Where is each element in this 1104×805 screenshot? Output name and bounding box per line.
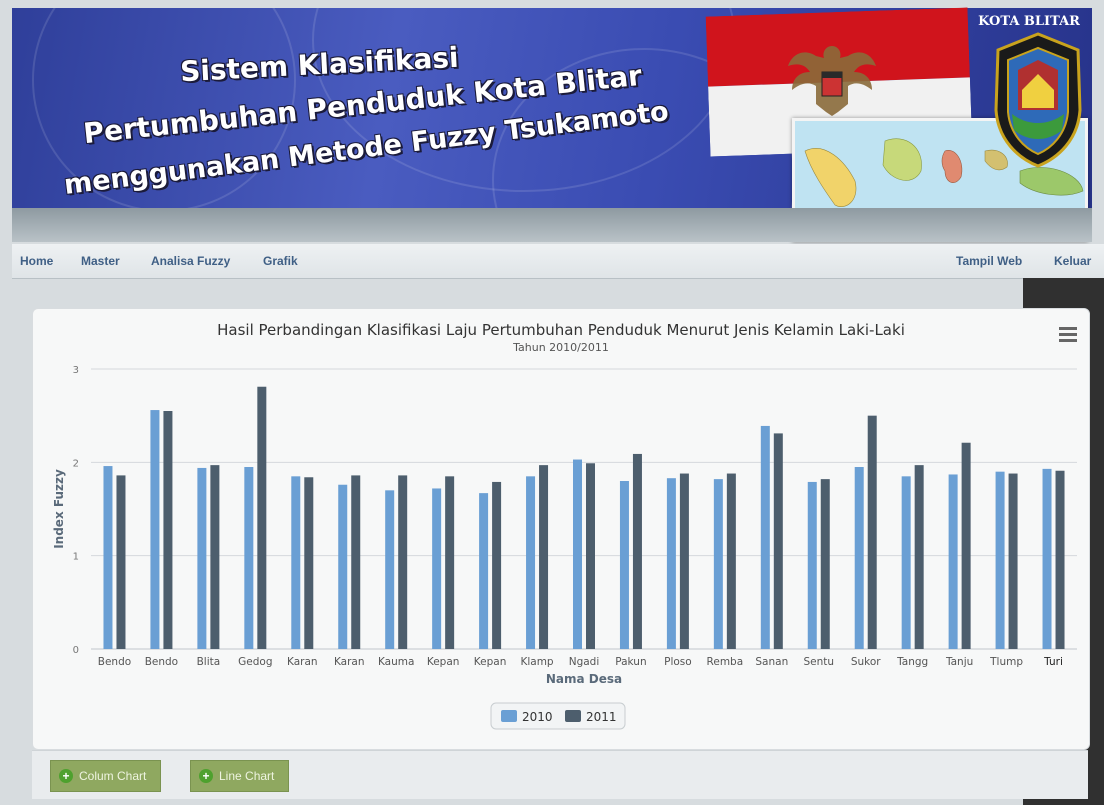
bar-2011 xyxy=(398,475,408,649)
bar-2010 xyxy=(197,467,207,649)
bar-2011 xyxy=(1055,470,1065,649)
x-tick-label: Kauma xyxy=(378,656,414,668)
bar-2011 xyxy=(726,473,736,649)
x-tick-label: Kepan xyxy=(474,656,507,668)
x-tick-label: Klamp xyxy=(520,656,553,668)
bar-2010 xyxy=(854,467,864,649)
garuda-emblem-icon xyxy=(788,46,876,116)
bar-2010 xyxy=(666,478,676,649)
bar-2011 xyxy=(914,465,924,649)
chart-card: Hasil Perbandingan Klasifikasi Laju Pert… xyxy=(32,308,1090,750)
line-chart-button-label: Line Chart xyxy=(219,769,275,783)
x-tick-label: Sukor xyxy=(851,656,881,668)
kota-blitar-shield-icon xyxy=(994,32,1082,168)
bar-2010 xyxy=(948,474,958,649)
x-tick-label: Sentu xyxy=(803,656,834,668)
bar-chart: 0 1 2 3 Index Fuzzy Bendo Bendo Blita Gedog Karan… xyxy=(52,365,1077,730)
bar-2010 xyxy=(103,466,113,649)
bar-2011 xyxy=(210,465,220,649)
x-tick-label: Karan xyxy=(334,656,365,668)
x-axis-label: Nama Desa xyxy=(546,672,622,686)
bar-2010 xyxy=(713,479,723,649)
y-tick-label: 2 xyxy=(73,458,79,469)
bar-2011 xyxy=(539,465,549,649)
x-tick-label: Kepan xyxy=(427,656,460,668)
x-tick-label: Ngadi xyxy=(569,656,600,668)
bar-2010 xyxy=(760,425,770,649)
y-axis-label: Index Fuzzy xyxy=(52,469,66,549)
bar-2011 xyxy=(961,442,971,649)
bar-2011 xyxy=(632,453,642,649)
bar-2011 xyxy=(820,479,830,649)
chart-footer: + Colum Chart + Line Chart xyxy=(32,750,1088,799)
x-tick-label: Remba xyxy=(707,656,744,668)
y-tick-label: 0 xyxy=(73,645,79,656)
bar-2010 xyxy=(244,467,254,649)
nav-master[interactable]: Master xyxy=(81,254,120,268)
bar-2011 xyxy=(867,415,877,649)
banner-divider xyxy=(12,208,1092,242)
x-tick-label: Blita xyxy=(197,656,221,668)
bar-2011 xyxy=(116,475,126,649)
bar-2010 xyxy=(619,481,629,649)
bar-2010 xyxy=(995,471,1005,649)
bar-2011 xyxy=(351,475,361,649)
x-tick-label: Gedog xyxy=(238,656,272,668)
x-tick-label: Sanan xyxy=(755,656,788,668)
bar-2010 xyxy=(526,476,536,649)
bar-2011 xyxy=(679,473,689,649)
nav-home[interactable]: Home xyxy=(20,254,53,268)
x-tick-label: Bendo xyxy=(145,656,178,668)
bar-2010 xyxy=(901,476,911,649)
line-chart-button[interactable]: + Line Chart xyxy=(190,760,290,792)
bar-2011 xyxy=(304,477,314,649)
bar-2010 xyxy=(1042,468,1052,649)
y-tick-label: 1 xyxy=(73,552,79,563)
x-tick-label: Tanju xyxy=(945,656,973,668)
legend-label: 2011 xyxy=(586,710,617,724)
bar-2010 xyxy=(479,493,489,649)
plus-icon: + xyxy=(59,769,73,783)
bar-2011 xyxy=(445,476,455,649)
bar-2010 xyxy=(385,490,395,649)
x-tick-label: Pakun xyxy=(615,656,646,668)
x-tick-label: Ploso xyxy=(664,656,692,668)
column-chart-button-label: Colum Chart xyxy=(79,769,147,783)
nav-tampil-web[interactable]: Tampil Web xyxy=(956,254,1022,268)
plus-icon: + xyxy=(199,769,213,783)
bar-2010 xyxy=(573,459,582,649)
legend-swatch xyxy=(565,710,581,722)
x-tick-label: Turi xyxy=(1043,656,1063,668)
bar-2010 xyxy=(807,481,817,649)
x-tick-label: Bendo xyxy=(98,656,131,668)
bar-2011 xyxy=(163,411,173,649)
bar-2011 xyxy=(1008,473,1018,649)
main-navigation: Home Master Analisa Fuzzy Grafik Tampil … xyxy=(12,244,1104,279)
nav-keluar[interactable]: Keluar xyxy=(1054,254,1091,268)
city-label: KOTA BLITAR xyxy=(978,14,1080,29)
column-chart-button[interactable]: + Colum Chart xyxy=(50,760,162,792)
bar-2011 xyxy=(257,386,267,649)
nav-grafik[interactable]: Grafik xyxy=(263,254,298,268)
bar-2011 xyxy=(773,433,783,649)
legend-swatch xyxy=(501,710,517,722)
bar-2010 xyxy=(432,488,442,649)
bar-2010 xyxy=(291,476,301,649)
y-tick-label: 3 xyxy=(73,365,79,376)
x-tick-label: Tangg xyxy=(896,656,928,668)
bar-2010 xyxy=(338,484,348,649)
x-tick-label: Karan xyxy=(287,656,318,668)
bar-2011 xyxy=(492,481,502,649)
x-tick-label: Tlump xyxy=(989,656,1023,668)
bar-2011 xyxy=(586,463,595,649)
bar-2010 xyxy=(150,410,160,649)
legend-label: 2010 xyxy=(522,710,553,724)
nav-analisa-fuzzy[interactable]: Analisa Fuzzy xyxy=(151,254,230,268)
